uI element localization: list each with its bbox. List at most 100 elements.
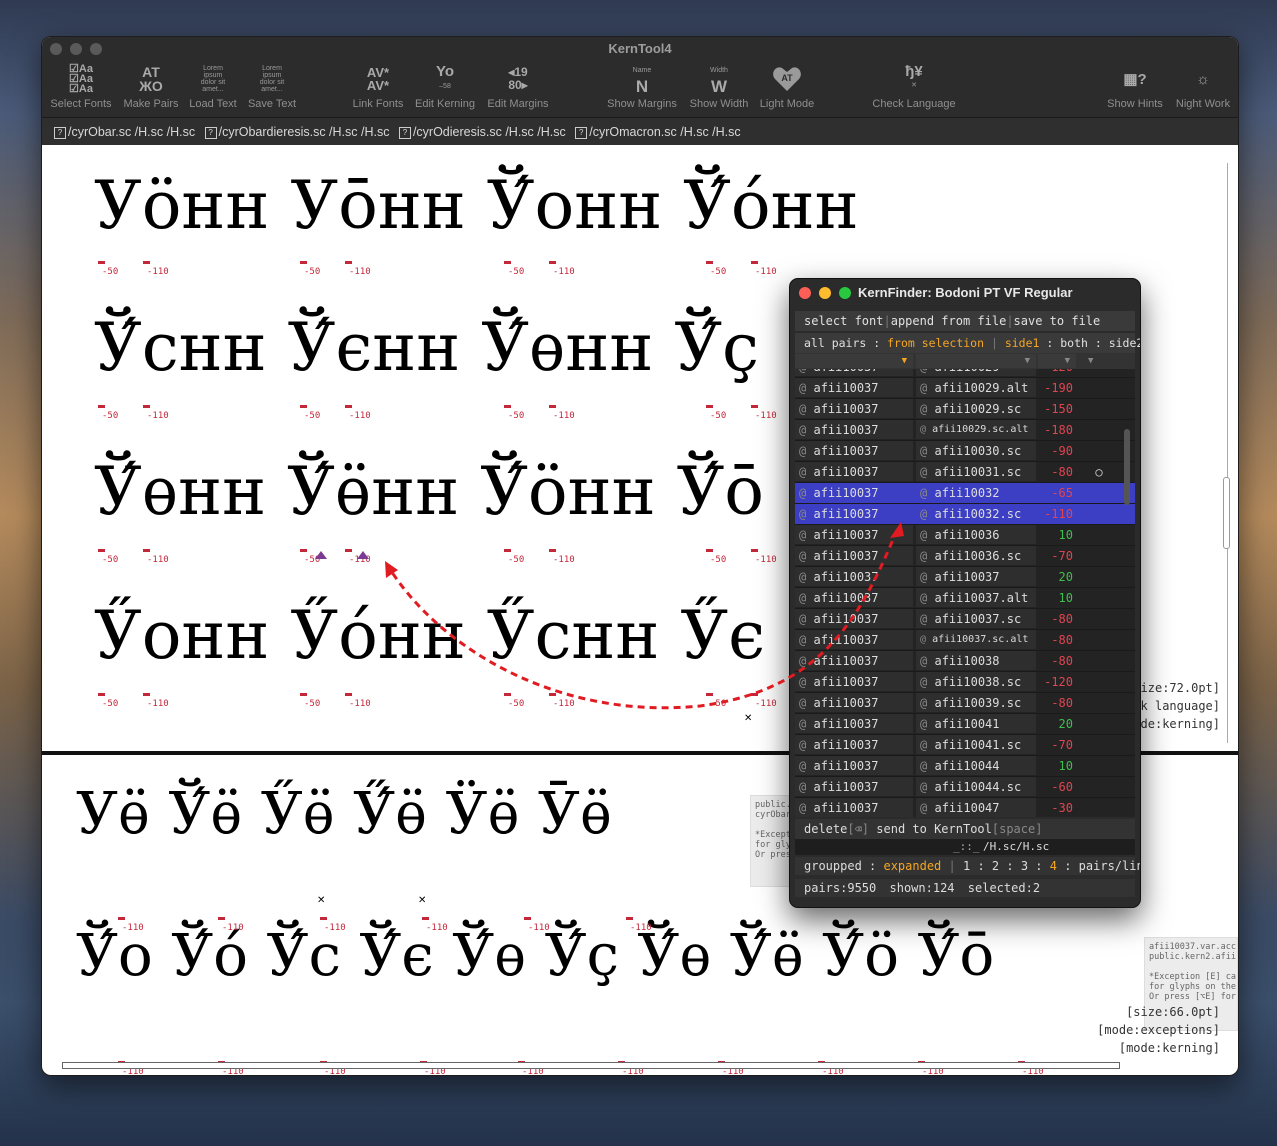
pair-row[interactable]: @ afii10037 @ afii10041 20: [795, 714, 1135, 735]
side2-button[interactable]: side2: [1109, 336, 1140, 350]
pair-row[interactable]: @ afii10037 @ afii10030.sc -90: [795, 441, 1135, 462]
pair-row[interactable]: @ afii10037 @ afii10038 -80: [795, 651, 1135, 672]
all-pairs-button[interactable]: all pairs: [804, 336, 866, 350]
load-text-tool[interactable]: Lorem ipsum dolor sit amet... Load Text: [182, 63, 244, 113]
pair-row[interactable]: @ afii10037 @ afii10037.sc.alt -80: [795, 630, 1135, 651]
horizontal-scrollbar[interactable]: [62, 1062, 1120, 1069]
pair-row[interactable]: @ afii10037 @ afii10032 -65: [795, 483, 1135, 504]
kern-value[interactable]: -50: [503, 693, 524, 709]
kern-value[interactable]: -50: [705, 549, 726, 565]
pairs-list-scrollbar[interactable]: [1124, 429, 1130, 505]
kern-value[interactable]: -110: [549, 261, 575, 277]
kern-value[interactable]: -50: [705, 261, 726, 277]
kern-value[interactable]: -110: [345, 261, 371, 277]
pair-row[interactable]: @ afii10037 @ afii10037.sc -80: [795, 609, 1135, 630]
pair-row[interactable]: @ afii10037 @ afii10036 10: [795, 525, 1135, 546]
pair-row[interactable]: @ afii10037 @ afii10029.sc -150: [795, 399, 1135, 420]
kern-value[interactable]: -50: [299, 405, 320, 421]
kern-value[interactable]: -110: [751, 405, 777, 421]
pair-row[interactable]: @ afii10037 @ afii10044 10: [795, 756, 1135, 777]
show-width-tool[interactable]: Width W Show Width: [684, 63, 754, 113]
kern-value[interactable]: -50: [97, 693, 118, 709]
pair-row[interactable]: @ afii10037 @ afii10032.sc -110: [795, 504, 1135, 525]
breadcrumb-item[interactable]: ?/cyrOdieresis.sc /H.sc /H.sc: [398, 125, 566, 139]
from-selection-button[interactable]: from selection: [887, 336, 984, 350]
pair-row[interactable]: @ afii10037 @ afii10047 -30: [795, 798, 1135, 817]
show-hints-tool[interactable]: ▦? Show Hints: [1102, 63, 1168, 113]
kern-value[interactable]: -110: [751, 549, 777, 565]
kern-value[interactable]: -50: [299, 693, 320, 709]
kern-value[interactable]: -110: [143, 693, 169, 709]
append-from-file-button[interactable]: append from file: [891, 314, 1007, 328]
kern-value[interactable]: -110: [751, 261, 777, 277]
send-to-kerntool-button[interactable]: send to KernTool: [876, 822, 992, 836]
kern-value[interactable]: -50: [503, 261, 524, 277]
kern-value[interactable]: -110: [143, 405, 169, 421]
pairs-list[interactable]: @ afii10037@ afii10029-120@ afii10037@ a…: [795, 369, 1135, 817]
pair-row[interactable]: @ afii10037 @ afii10037 20: [795, 567, 1135, 588]
side1-button[interactable]: side1: [1005, 336, 1040, 350]
text-line[interactable]: Уӧнн Уōнн Ў́онн Ў́óнн: [94, 167, 859, 244]
kern-value[interactable]: -110: [320, 917, 346, 933]
pairs-per-line-2[interactable]: 2: [992, 859, 999, 873]
kern-value[interactable]: -110: [751, 693, 777, 709]
filter-right-dropdown[interactable]: ▼: [916, 354, 1036, 368]
kern-value[interactable]: -50: [503, 405, 524, 421]
kern-value[interactable]: -50: [97, 405, 118, 421]
kern-value[interactable]: -110: [549, 693, 575, 709]
text-line[interactable]: Ӳонн Ӳóнн Ӳснн Ӳє: [94, 597, 765, 674]
kern-value[interactable]: -110: [524, 917, 550, 933]
pairs-per-line-1[interactable]: 1: [963, 859, 970, 873]
check-language-tool[interactable]: ђ¥ ✕ Check Language: [868, 63, 960, 113]
pair-row[interactable]: @ afii10037 @ afii10044.sc -60: [795, 777, 1135, 798]
save-to-file-button[interactable]: save to file: [1014, 314, 1101, 328]
pair-row[interactable]: @ afii10037 @ afii10041.sc -70: [795, 735, 1135, 756]
select-fonts-tool[interactable]: ☑Aa ☑Aa ☑Aa Select Fonts: [48, 63, 114, 113]
pairs-per-line-4[interactable]: 4: [1050, 859, 1057, 873]
text-line[interactable]: Уѳ̈ Ў́ѳ̈ Ӳѳ̈ Ӳ́ѳ̈ Ӱѳ̈ Ӯѳ̈: [76, 779, 612, 847]
kern-value[interactable]: -110: [626, 917, 652, 933]
vertical-scroll-thumb[interactable]: [1223, 477, 1230, 549]
make-pairs-tool[interactable]: AT ЖO Make Pairs: [118, 63, 184, 113]
kern-value[interactable]: -50: [97, 261, 118, 277]
breadcrumb-item[interactable]: ?/cyrObardieresis.sc /H.sc /H.sc: [204, 125, 389, 139]
delete-button[interactable]: delete: [804, 822, 847, 836]
pair-row[interactable]: @ afii10037 @ afii10038.sc -120: [795, 672, 1135, 693]
pair-row[interactable]: @ afii10037 @ afii10036.sc -70: [795, 546, 1135, 567]
pair-input[interactable]: /H.sc/H.sc: [983, 839, 1049, 855]
breadcrumb-item[interactable]: ?/cyrOmacron.sc /H.sc /H.sc: [575, 125, 741, 139]
select-font-button[interactable]: select font: [804, 314, 883, 328]
filter-value-dropdown[interactable]: ▼: [1038, 354, 1076, 368]
light-mode-tool[interactable]: AT Light Mode: [754, 63, 820, 113]
text-line[interactable]: Ў́ѳнн Ў́ѳ̈нн Ў́öнн Ў́ō: [94, 453, 764, 530]
pair-row[interactable]: @ afii10037 @ afii10029.alt -190: [795, 378, 1135, 399]
pair-row[interactable]: @ afii10037 @ afii10029.sc.alt -180: [795, 420, 1135, 441]
both-button[interactable]: both: [1060, 336, 1088, 350]
edit-margins-tool[interactable]: ◂19 80▸ Edit Margins: [482, 63, 554, 113]
kern-value[interactable]: -110: [345, 693, 371, 709]
show-margins-tool[interactable]: Name N Show Margins: [604, 63, 680, 113]
grouping-expanded-button[interactable]: expanded: [883, 859, 941, 873]
text-line[interactable]: Ў́снн Ў́єнн Ў́ѳнн Ў́ç: [94, 309, 759, 386]
filter-left-dropdown[interactable]: ▼: [795, 354, 913, 368]
pair-row[interactable]: @ afii10037 @ afii10037.alt 10: [795, 588, 1135, 609]
pairs-per-line-3[interactable]: 3: [1021, 859, 1028, 873]
kern-value[interactable]: -110: [218, 917, 244, 933]
save-text-tool[interactable]: Lorem ipsum dolor sit amet... Save Text: [240, 63, 304, 113]
edit-kerning-tool[interactable]: Yo –58 Edit Kerning: [410, 63, 480, 113]
kern-value[interactable]: -50: [97, 549, 118, 565]
pair-row[interactable]: @ afii10037 @ afii10031.sc -80 ○: [795, 462, 1135, 483]
vertical-scrollbar[interactable]: [1227, 163, 1228, 743]
kern-value[interactable]: -110: [549, 405, 575, 421]
filter-mark-dropdown[interactable]: ▼: [1079, 354, 1119, 368]
kern-value[interactable]: -50: [503, 549, 524, 565]
kern-value[interactable]: -110: [143, 549, 169, 565]
kern-value[interactable]: -50: [299, 261, 320, 277]
night-work-tool[interactable]: ☼ Night Work: [1170, 63, 1236, 113]
kern-value[interactable]: -50: [705, 405, 726, 421]
kern-value[interactable]: -110: [118, 917, 144, 933]
kern-value[interactable]: -50: [705, 693, 726, 709]
pair-row[interactable]: @ afii10037 @ afii10039.sc -80: [795, 693, 1135, 714]
kern-value[interactable]: -110: [143, 261, 169, 277]
pair-row[interactable]: @ afii10037@ afii10029-120: [795, 369, 1135, 378]
